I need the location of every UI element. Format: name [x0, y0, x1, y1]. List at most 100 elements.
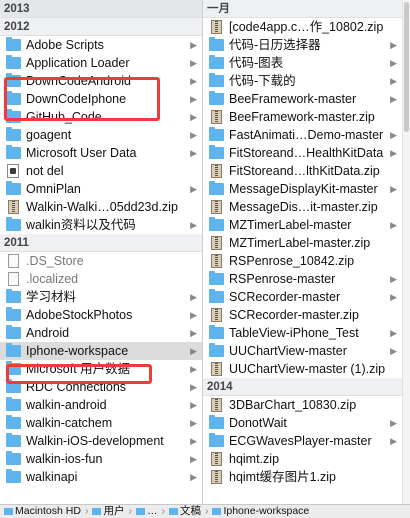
file-row[interactable]: AdobeStockPhotos ▶ [0, 306, 202, 324]
file-row[interactable]: hqimt缓存图片1.zip [203, 468, 402, 486]
file-row[interactable]: FastAnimati…Demo-master ▶ [203, 126, 402, 144]
file-name: SCRecorder-master.zip [229, 308, 359, 322]
file-row[interactable]: walkin资料以及代码 ▶ [0, 216, 202, 234]
right-scrollbar[interactable] [402, 0, 410, 504]
file-row[interactable]: Microsoft User Data ▶ [0, 144, 202, 162]
file-name: hqimt.zip [229, 452, 280, 466]
file-row[interactable]: Adobe Scripts ▶ [0, 36, 202, 54]
chevron-right-icon: ▶ [190, 292, 197, 302]
file-name: [code4app.c…作_10802.zip [229, 20, 384, 34]
chevron-right-icon: ▶ [390, 130, 397, 140]
scrollbar-thumb[interactable] [404, 2, 409, 132]
chevron-right-icon: ▶ [190, 76, 197, 86]
file-row[interactable]: RSPenrose-master ▶ [203, 270, 402, 288]
file-row[interactable]: MessageDisplayKit-master ▶ [203, 180, 402, 198]
folder-icon [4, 508, 13, 515]
file-row[interactable]: Iphone-workspace ▶ [0, 342, 202, 360]
file-name: 代码-图表 [229, 56, 284, 70]
folder-icon [209, 127, 224, 141]
path-segment[interactable]: … [135, 505, 157, 518]
folder-icon [209, 325, 224, 339]
file-row[interactable]: hqimt.zip [203, 450, 402, 468]
file-row[interactable]: not del [0, 162, 202, 180]
file-row[interactable]: [code4app.c…作_10802.zip [203, 18, 402, 36]
folder-icon [168, 508, 178, 515]
chevron-right-icon: ▶ [390, 94, 397, 104]
file-name: hqimt缓存图片1.zip [229, 470, 336, 484]
file-row[interactable]: DownCodeIphone ▶ [0, 90, 202, 108]
chevron-right-icon: ▶ [190, 472, 197, 482]
chevron-right-icon: ▶ [190, 454, 197, 464]
file-row[interactable]: DownCodeAndroid ▶ [0, 72, 202, 90]
file-row[interactable]: Android ▶ [0, 324, 202, 342]
file-row[interactable]: ECGWavesPlayer-master ▶ [203, 432, 402, 450]
file-name: MessageDis…it-master.zip [229, 200, 378, 214]
path-segment[interactable]: Iphone-workspace [212, 505, 309, 518]
file-row[interactable]: 代码-日历选择器 ▶ [203, 36, 402, 54]
file-row[interactable]: OmniPlan ▶ [0, 180, 202, 198]
file-row[interactable]: Walkin-Walki…05dd23d.zip [0, 198, 202, 216]
file-row[interactable]: DonotWait ▶ [203, 414, 402, 432]
file-row[interactable]: 代码-图表 ▶ [203, 54, 402, 72]
file-row[interactable]: goagent ▶ [0, 126, 202, 144]
file-row[interactable]: RDC Connections ▶ [0, 378, 202, 396]
folder-icon [209, 181, 224, 195]
file-row[interactable]: GitHub_Code ▶ [0, 108, 202, 126]
file-row[interactable]: 学习材料 ▶ [0, 288, 202, 306]
file-row[interactable]: FitStoreand…HealthKitData ▶ [203, 144, 402, 162]
file-row[interactable]: TableView-iPhone_Test ▶ [203, 324, 402, 342]
folder-icon [6, 325, 21, 339]
file-row[interactable]: SCRecorder-master.zip [203, 306, 402, 324]
folder-icon [6, 91, 21, 105]
chevron-right-icon: ▶ [390, 346, 397, 356]
file-row[interactable]: MZTimerLabel-master.zip [203, 234, 402, 252]
chevron-right-icon: ▶ [390, 148, 397, 158]
file-row[interactable]: .DS_Store [0, 252, 202, 270]
file-row[interactable]: FitStoreand…lthKitData.zip [203, 162, 402, 180]
chevron-right-icon: ▶ [190, 400, 197, 410]
file-row[interactable]: walkinapi ▶ [0, 468, 202, 486]
path-segment-label: Macintosh HD [15, 505, 81, 517]
file-row[interactable]: SCRecorder-master ▶ [203, 288, 402, 306]
finder-column-left[interactable]: 2013 2012 Adobe Scripts ▶ Application Loade… [0, 0, 202, 504]
chevron-right-icon: ▶ [190, 346, 197, 356]
file-row[interactable]: Walkin-iOS-development ▶ [0, 432, 202, 450]
path-segment[interactable]: Macintosh HD [4, 505, 81, 518]
chevron-right-icon: ▶ [190, 40, 197, 50]
file-name: walkin-android [26, 398, 107, 412]
left-groups: 2012 Adobe Scripts ▶ Application Loader ▶ Dow… [0, 18, 202, 486]
group-header: 2011 [0, 234, 202, 252]
folder-icon [209, 91, 224, 105]
file-row[interactable]: walkin-android ▶ [0, 396, 202, 414]
file-row[interactable]: Application Loader ▶ [0, 54, 202, 72]
file-row[interactable]: Microsoft 用户数据 ▶ [0, 360, 202, 378]
folder-icon [209, 343, 224, 357]
finder-column-right[interactable]: 一月 [code4app.c…作_10802.zip 代码-日历选择器 ▶ 代码-图表 ▶… [203, 0, 402, 504]
right-groups: 一月 [code4app.c…作_10802.zip 代码-日历选择器 ▶ 代码-图表 ▶… [203, 0, 402, 486]
file-name: walkin资料以及代码 [26, 218, 136, 232]
document-icon [8, 272, 19, 286]
folder-icon [209, 145, 224, 159]
file-name: BeeFramework-master.zip [229, 110, 375, 124]
file-name: UUChartView-master (1).zip [229, 362, 386, 376]
file-row[interactable]: 3DBarChart_10830.zip [203, 396, 402, 414]
file-row[interactable]: BeeFramework-master ▶ [203, 90, 402, 108]
chevron-right-icon: ▶ [390, 184, 397, 194]
file-row[interactable]: walkin-ios-fun ▶ [0, 450, 202, 468]
file-row[interactable]: walkin-catchem ▶ [0, 414, 202, 432]
chevron-right-icon: ▶ [190, 112, 197, 122]
path-segment[interactable]: 用户 [92, 505, 124, 518]
file-row[interactable]: RSPenrose_10842.zip [203, 252, 402, 270]
file-row[interactable]: MessageDis…it-master.zip [203, 198, 402, 216]
path-segment[interactable]: 文稿 [168, 505, 201, 518]
file-row[interactable]: MZTimerLabel-master ▶ [203, 216, 402, 234]
file-row[interactable]: UUChartView-master (1).zip [203, 360, 402, 378]
file-row[interactable]: UUChartView-master ▶ [203, 342, 402, 360]
file-row[interactable]: .localized [0, 270, 202, 288]
zip-file-icon [211, 398, 222, 412]
file-row[interactable]: BeeFramework-master.zip [203, 108, 402, 126]
file-name: Android [26, 326, 70, 340]
zip-file-icon [211, 452, 222, 466]
file-row[interactable]: 代码-下载的 ▶ [203, 72, 402, 90]
path-segment-label: 用户 [103, 505, 125, 517]
